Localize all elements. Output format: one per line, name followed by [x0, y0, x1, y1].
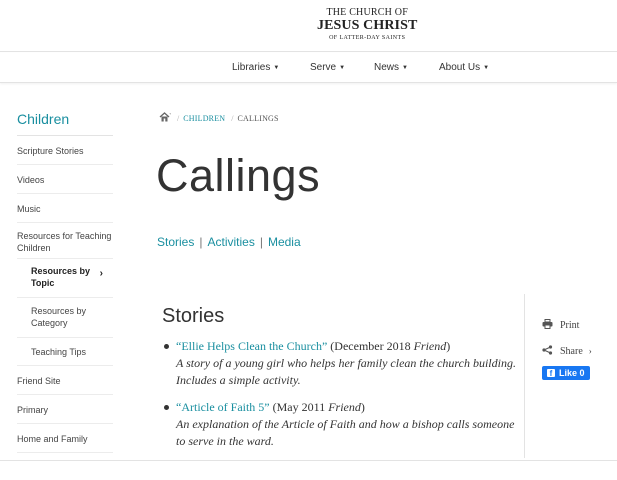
caret-down-icon: ▼ — [339, 65, 346, 71]
facebook-like-button[interactable]: f Like 0 — [542, 366, 590, 380]
sidebar-item-home-and-family[interactable]: Home and Family — [17, 424, 113, 453]
caret-down-icon: ▼ — [273, 65, 280, 71]
printer-icon — [542, 318, 554, 332]
nav-item-label: About Us — [439, 62, 481, 73]
share-icon — [542, 344, 554, 358]
logo-line-2: JESUS CHRIST — [317, 18, 418, 33]
bullet-icon — [164, 344, 169, 349]
nav-item-serve[interactable]: Serve ▼ — [310, 62, 345, 73]
nav-item-libraries[interactable]: Libraries ▼ — [232, 62, 279, 73]
story-description: A story of a young girl who helps her fa… — [176, 356, 516, 387]
story-source-end: ) — [446, 339, 451, 353]
logo-line-3: OF LATTER-DAY SAINTS — [329, 35, 406, 41]
print-button[interactable]: Print — [542, 312, 592, 338]
sidebar-item-teaching-tips[interactable]: Teaching Tips — [17, 338, 113, 366]
chevron-right-icon: › — [99, 268, 103, 279]
sidebar-item-scripture-stories[interactable]: Scripture Stories — [17, 136, 113, 165]
nav-item-label: News — [374, 62, 400, 73]
sidebar-item-resources-by-topic[interactable]: Resources by Topic › — [17, 259, 113, 298]
rail-divider — [524, 294, 525, 458]
breadcrumb-current: CALLINGS — [237, 114, 279, 123]
sidebar-title-children[interactable]: Children — [17, 106, 113, 136]
site-header: THE CHURCH OF JESUS CHRIST OF LATTER-DAY… — [0, 0, 617, 52]
share-label: Share — [560, 345, 583, 357]
breadcrumb-link-children[interactable]: CHILDREN — [183, 114, 225, 123]
nav-item-label: Libraries — [232, 62, 271, 73]
church-logo[interactable]: THE CHURCH OF JESUS CHRIST OF LATTER-DAY… — [317, 7, 418, 42]
sidebar: Children Scripture Stories Videos Music … — [17, 106, 113, 453]
chevron-right-icon: › — [588, 346, 592, 356]
breadcrumb-separator: / — [177, 114, 180, 123]
caret-down-icon: ▼ — [483, 65, 490, 71]
story-magazine: Friend — [413, 339, 447, 353]
story-source-end: ) — [360, 400, 365, 414]
story-source: (December 2018 — [327, 339, 414, 353]
logo-line-1: THE CHURCH OF — [326, 7, 408, 18]
stories-heading: Stories — [162, 305, 225, 327]
home-icon[interactable] — [159, 112, 171, 122]
sidebar-item-primary[interactable]: Primary — [17, 395, 113, 424]
link-activities[interactable]: Activities — [207, 235, 254, 249]
stories-section: Stories “Ellie Helps Clean the Church” (… — [162, 305, 517, 460]
sidebar-item-videos[interactable]: Videos — [17, 165, 113, 194]
section-links: Stories | Activities | Media — [157, 235, 301, 249]
print-label: Print — [560, 319, 580, 331]
link-media[interactable]: Media — [268, 235, 301, 249]
sidebar-item-music[interactable]: Music — [17, 194, 113, 223]
sidebar-item-label: Resources by Topic — [31, 266, 91, 288]
story-magazine: Friend — [328, 400, 361, 414]
share-rail: Print Share › f Like 0 — [542, 312, 592, 380]
facebook-icon: f — [547, 369, 555, 378]
story-source: (May 2011 — [269, 400, 329, 414]
nav-item-news[interactable]: News ▼ — [374, 62, 408, 73]
page-title: Callings — [156, 150, 321, 201]
story-description: An explanation of the Article of Faith a… — [176, 417, 515, 448]
share-button[interactable]: Share › — [542, 338, 592, 364]
list-item: “Ellie Helps Clean the Church” (December… — [162, 338, 517, 389]
sidebar-item-resources-by-category[interactable]: Resources by Category — [17, 298, 113, 338]
link-stories[interactable]: Stories — [157, 235, 194, 249]
story-link[interactable]: “Ellie Helps Clean the Church” — [176, 339, 327, 353]
main-nav: Libraries ▼ Serve ▼ News ▼ About Us ▼ — [0, 53, 617, 83]
footer-divider — [0, 460, 617, 461]
breadcrumb-separator: / — [231, 114, 234, 123]
list-item: “Article of Faith 5” (May 2011 Friend) A… — [162, 399, 517, 450]
story-link[interactable]: “Article of Faith 5” — [176, 400, 270, 414]
nav-item-about-us[interactable]: About Us ▼ — [439, 62, 489, 73]
link-separator: | — [199, 235, 203, 249]
sidebar-item-friend-site[interactable]: Friend Site — [17, 366, 113, 395]
caret-down-icon: ▼ — [402, 65, 408, 71]
nav-item-label: Serve — [310, 62, 337, 73]
breadcrumb: / CHILDREN / CALLINGS — [159, 112, 279, 123]
bullet-icon — [164, 405, 169, 410]
like-label: Like 0 — [559, 368, 585, 378]
link-separator: | — [259, 235, 263, 249]
sidebar-item-resources-for-teaching[interactable]: Resources for Teaching Children — [17, 223, 113, 259]
